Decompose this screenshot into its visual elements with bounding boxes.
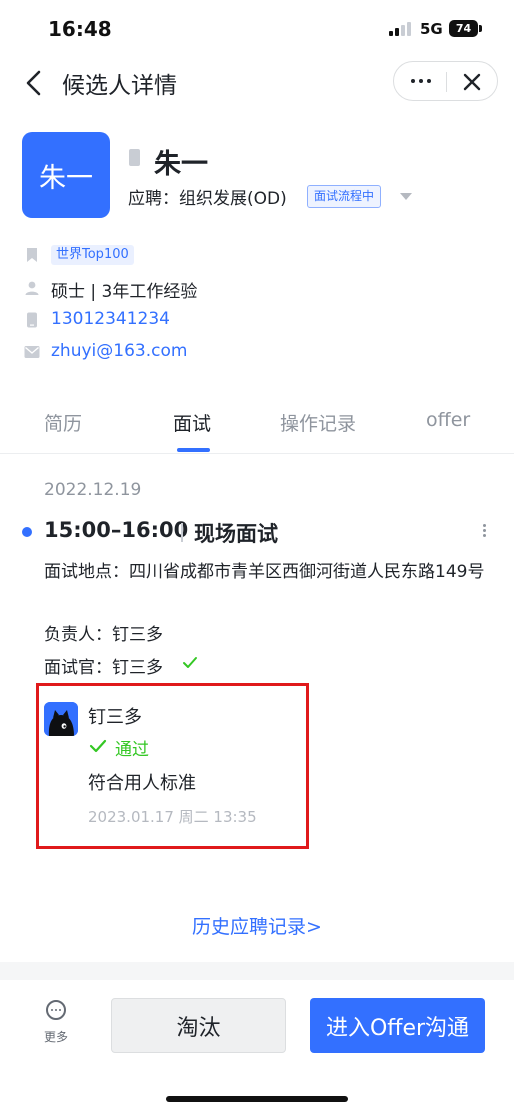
interview-location: 面试地点：四川省成都市青羊区西御河街道人民东路149号 [44, 562, 485, 582]
phone-link[interactable]: 13012341234 [51, 309, 170, 329]
more-label: 更多 [43, 1030, 68, 1044]
home-indicator [166, 1096, 348, 1102]
more-circle-icon [46, 1000, 66, 1020]
interview-type: 现场面试 [194, 522, 278, 546]
more-options-icon[interactable] [403, 64, 439, 98]
timeline-dot [22, 527, 32, 537]
tabs-divider [0, 453, 514, 454]
candidate-name: 朱一 [154, 149, 208, 180]
mail-icon [24, 346, 40, 358]
history-applications-link[interactable]: 历史应聘记录> [0, 912, 514, 939]
offer-communication-button[interactable]: 进入Offer沟通 [310, 998, 485, 1053]
interview-owner: 负责人：钉三多 [44, 625, 163, 645]
feedback-comment: 符合用人标准 [88, 773, 196, 794]
interview-time: 15:00–16:00 [44, 518, 189, 542]
title-separator [181, 523, 183, 542]
pass-check-icon [89, 739, 107, 753]
kebab-menu-icon[interactable] [479, 522, 489, 542]
active-tab-indicator [177, 448, 210, 452]
cellular-signal-icon [389, 22, 413, 36]
checkmark-icon [183, 657, 197, 668]
email-link[interactable]: zhuyi@163.com [51, 341, 187, 361]
tab-resume[interactable]: 简历 [44, 409, 82, 436]
bookmark-icon [27, 248, 37, 262]
section-divider [0, 962, 514, 980]
interview-date: 2022.12.19 [44, 480, 142, 500]
candidate-tag: 世界Top100 [51, 245, 134, 265]
tab-offer[interactable]: offer [426, 409, 470, 431]
close-icon[interactable] [456, 66, 488, 98]
education-experience: 硕士 | 3年工作经验 [51, 282, 198, 302]
network-type: 5G [420, 20, 443, 38]
stage-badge: 面试流程中 [307, 185, 382, 208]
applied-position: 应聘：组织发展(OD) [128, 189, 287, 209]
candidate-avatar: 朱一 [22, 132, 110, 218]
capsule-divider [446, 72, 447, 92]
more-button[interactable]: 更多 [30, 1000, 82, 1048]
chevron-down-icon[interactable] [400, 193, 412, 200]
reject-button[interactable]: 淘汰 [111, 998, 286, 1053]
battery-icon: 74 [449, 20, 478, 37]
feedback-timestamp: 2023.01.17 周二 13:35 [88, 808, 257, 826]
feedback-result: 通过 [115, 740, 149, 760]
person-icon [25, 281, 39, 295]
interviewer-avatar [44, 702, 78, 736]
tab-operation-log[interactable]: 操作记录 [280, 409, 356, 436]
page-title: 候选人详情 [62, 73, 177, 99]
phone-icon [27, 312, 37, 328]
device-icon [129, 149, 140, 166]
feedback-interviewer-name: 钉三多 [88, 707, 142, 728]
battery-tip [479, 25, 482, 32]
interviewer: 面试官：钉三多 [44, 658, 163, 678]
tab-interview[interactable]: 面试 [173, 409, 211, 436]
status-time: 16:48 [48, 17, 112, 41]
back-arrow-icon[interactable] [18, 66, 52, 100]
